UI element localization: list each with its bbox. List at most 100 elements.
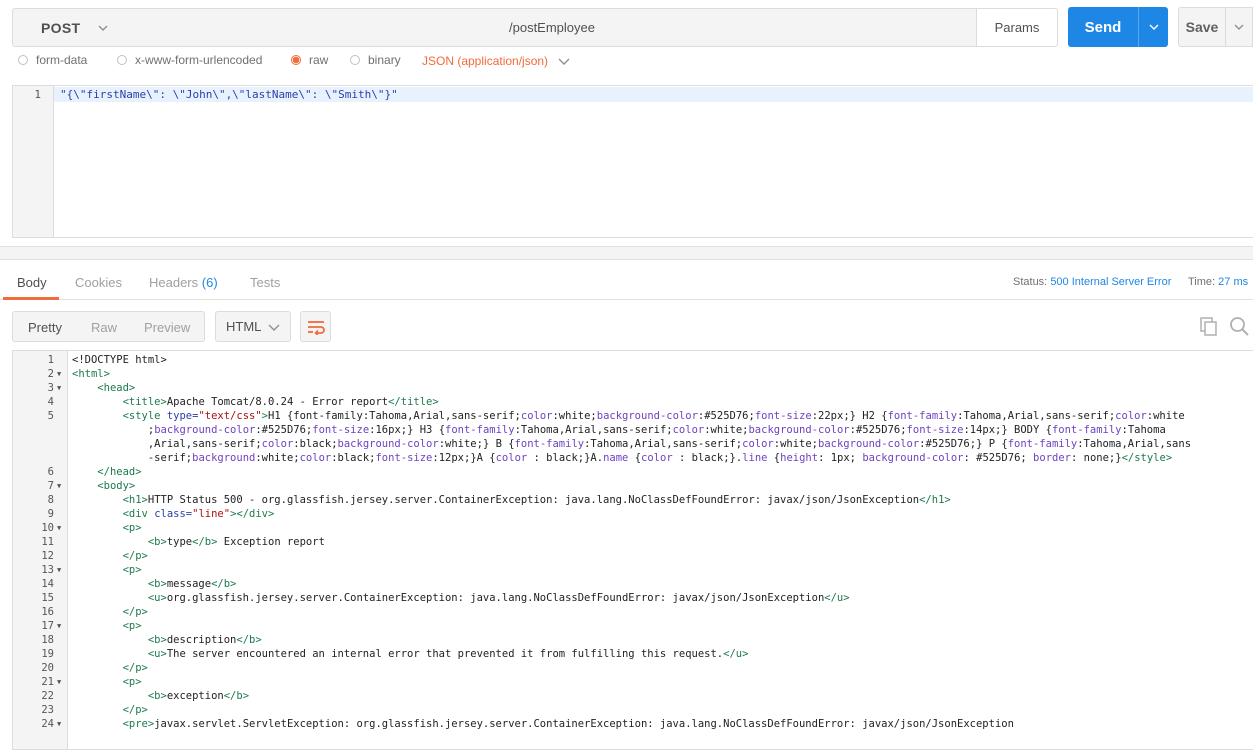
send-button[interactable]: Send	[1068, 7, 1138, 47]
send-label: Send	[1084, 18, 1122, 36]
body-type-form-data[interactable]: form-data	[18, 53, 87, 67]
line-number: 24	[41, 718, 54, 730]
line-number: 6	[47, 466, 54, 478]
fold-toggle-icon[interactable]: ▼	[57, 563, 61, 577]
code-line: 10 ▼ <p>	[13, 521, 1253, 535]
code-text: </p>	[122, 606, 148, 618]
headers-count: (6)	[201, 275, 218, 290]
code-line: 20 </p>	[13, 661, 1253, 675]
line-number: 8	[47, 494, 54, 506]
line-number: 5	[47, 410, 54, 422]
code-text: <u>org.glassfish.jersey.server.Container…	[147, 592, 850, 604]
format-pretty[interactable]: Pretty	[28, 320, 62, 335]
code-line: 22 <b>exception</b>	[13, 689, 1253, 703]
fold-toggle-icon[interactable]: ▼	[57, 675, 61, 689]
code-line: 24 ▼ <pre>javax.servlet.ServletException:…	[13, 717, 1253, 731]
save-button[interactable]: Save	[1178, 7, 1226, 47]
content-type-label: JSON (application/json)	[422, 54, 549, 68]
body-type-row: form-data x-www-form-urlencoded raw bina…	[0, 51, 1253, 71]
status-label: Status:	[1013, 276, 1048, 288]
line-number: 15	[41, 592, 54, 604]
send-options-button[interactable]	[1138, 7, 1168, 47]
line-number: 1	[34, 88, 41, 101]
radio-icon	[117, 55, 127, 65]
code-text: <div class="line"></div>	[122, 508, 275, 520]
active-tab-indicator	[3, 297, 59, 300]
code-text: <b>type</b> Exception report	[147, 536, 325, 548]
code-text: <b>exception</b>	[147, 690, 250, 702]
language-label: HTML	[226, 319, 262, 334]
chevron-down-icon	[1149, 24, 1158, 30]
code-line: 2 ▼ <html>	[13, 367, 1253, 381]
wrap-lines-button[interactable]	[300, 311, 331, 342]
fold-toggle-icon[interactable]: ▼	[57, 367, 61, 381]
code-text: </head>	[97, 466, 142, 478]
code-text: <html>	[72, 368, 110, 380]
code-text: <pre>javax.servlet.ServletException: org…	[122, 718, 1014, 730]
code-text: <p>	[122, 620, 142, 632]
code-text: <style type="text/css">H1 {font-family:T…	[122, 410, 1185, 422]
code-text: <u>The server encountered an internal er…	[147, 648, 749, 660]
tab-body[interactable]: Body	[17, 275, 47, 290]
body-type-binary[interactable]: binary	[350, 53, 401, 67]
code-line: 21 ▼ <p>	[13, 675, 1253, 689]
code-line: 14 <b>message</b>	[13, 577, 1253, 591]
response-code-lines: 1 <!DOCTYPE html> 2 ▼ <html> 3 ▼ <head> 4 <titl…	[13, 353, 1253, 731]
params-button[interactable]: Params	[976, 8, 1058, 47]
code-text: <head>	[97, 382, 136, 394]
body-type-label: form-data	[36, 53, 88, 67]
code-text: -serif;background:white;color:black;font…	[147, 452, 1173, 464]
radio-icon	[350, 55, 360, 65]
fold-toggle-icon[interactable]: ▼	[57, 479, 61, 493]
chevron-down-icon	[268, 324, 280, 331]
fold-toggle-icon[interactable]: ▼	[57, 717, 61, 731]
save-options-button[interactable]	[1226, 7, 1253, 47]
pane-divider[interactable]	[0, 246, 1253, 260]
code-text: ,Arial,sans-serif;color:black;background…	[147, 438, 1192, 450]
language-select[interactable]: HTML	[215, 311, 291, 342]
body-type-urlencoded[interactable]: x-www-form-urlencoded	[117, 53, 262, 67]
fold-toggle-icon[interactable]: ▼	[57, 381, 61, 395]
code-text: ;background-color:#525D76;font-size:16px…	[147, 424, 1166, 436]
fold-toggle-icon[interactable]: ▼	[57, 521, 61, 535]
line-number: 21	[41, 676, 54, 688]
tab-label: Body	[17, 275, 47, 290]
body-type-raw[interactable]: raw	[291, 53, 328, 67]
code-line: ;background-color:#525D76;font-size:16px…	[13, 423, 1253, 437]
code-text: <p>	[122, 564, 142, 576]
line-number: 17	[41, 620, 54, 632]
line-number: 20	[41, 662, 54, 674]
code-text: <h1>HTTP Status 500 - org.glassfish.jers…	[122, 494, 951, 506]
line-number: 12	[41, 550, 54, 562]
line-number: 11	[41, 536, 54, 548]
code-text: </p>	[122, 550, 148, 562]
tab-headers[interactable]: Headers (6)	[149, 275, 218, 290]
code-text: <!DOCTYPE html>	[72, 354, 167, 366]
copy-icon[interactable]	[1200, 317, 1218, 337]
tab-cookies[interactable]: Cookies	[75, 275, 122, 290]
line-number: 23	[41, 704, 54, 716]
status-readout: Status: 500 Internal Server Error	[1013, 276, 1171, 288]
response-body-viewer[interactable]: 1 <!DOCTYPE html> 2 ▼ <html> 3 ▼ <head> 4 <titl…	[12, 350, 1253, 750]
tab-tests[interactable]: Tests	[250, 275, 280, 290]
method-select[interactable]: POST	[12, 8, 129, 47]
search-icon[interactable]	[1229, 316, 1249, 336]
code-line: 16 </p>	[13, 605, 1253, 619]
radio-selected-icon	[291, 55, 301, 65]
method-label: POST	[41, 19, 81, 36]
fold-toggle-icon[interactable]: ▼	[57, 619, 61, 633]
time-readout: Time: 27 ms	[1188, 276, 1248, 288]
wrap-lines-icon	[307, 320, 325, 335]
line-number: 3	[47, 382, 54, 394]
format-label: Pretty	[28, 320, 62, 335]
code-text: </p>	[122, 704, 148, 716]
line-number: 4	[47, 396, 54, 408]
format-raw[interactable]: Raw	[91, 320, 117, 335]
url-input[interactable]: /postEmployee	[128, 8, 977, 47]
line-number: 10	[41, 522, 54, 534]
code-line: 17 ▼ <p>	[13, 619, 1253, 633]
content-type-select[interactable]: JSON (application/json)	[422, 54, 570, 68]
code-text: <b>message</b>	[147, 578, 237, 590]
format-preview[interactable]: Preview	[144, 320, 190, 335]
request-body-editor[interactable]: 1 "{\"firstName\": \"John\",\"lastName\"…	[12, 85, 1253, 238]
